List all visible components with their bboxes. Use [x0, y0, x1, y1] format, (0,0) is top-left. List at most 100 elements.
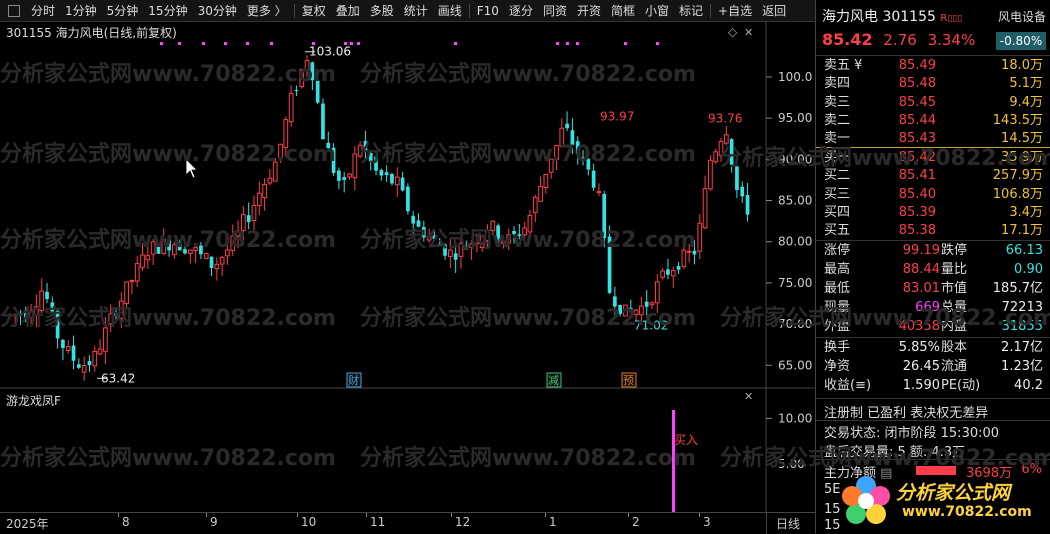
- sector-name[interactable]: 风电设备: [998, 8, 1046, 25]
- candle-body: [92, 350, 98, 367]
- candle-body: [512, 230, 516, 234]
- stat-label: 现量: [824, 300, 851, 315]
- candle-body: [432, 235, 437, 240]
- time-axis-label: 10: [301, 515, 317, 529]
- price-change: 2.76: [883, 31, 917, 49]
- bids-row: 买二 85.41 257.9万: [816, 167, 1050, 185]
- candle-body: [453, 253, 458, 260]
- time-tick: [206, 513, 207, 517]
- toolbar-button[interactable]: 返回: [757, 0, 791, 22]
- period-label[interactable]: 日线: [776, 515, 800, 532]
- candle-body: [532, 196, 538, 214]
- candle-body: [374, 156, 378, 171]
- candle-body: [134, 263, 140, 282]
- stock-code: 301155: [882, 9, 936, 25]
- time-tick: [366, 513, 367, 517]
- candle-body: [485, 230, 490, 241]
- toolbar-button[interactable]: 小窗: [640, 0, 674, 22]
- toolbar-button[interactable]: 1分钟: [60, 0, 102, 22]
- bids-price: 85.40: [898, 186, 936, 202]
- stat-value: 0.90: [1014, 262, 1043, 277]
- toolbar-button[interactable]: 开资: [572, 0, 606, 22]
- candle-body: [363, 141, 368, 151]
- stat-value: 88.44: [902, 262, 940, 277]
- stat-value: 2.17亿: [1001, 340, 1043, 355]
- current-price: 85.42: [822, 30, 873, 49]
- candle-body: [702, 188, 708, 229]
- time-axis-label: 11: [370, 515, 386, 529]
- toolbar-button[interactable]: 15分钟: [143, 0, 192, 22]
- candle-body: [278, 143, 283, 159]
- stat-value: 26.45: [902, 359, 940, 374]
- toolbar-button[interactable]: 简框: [606, 0, 640, 22]
- bids-price: 85.41: [898, 168, 936, 184]
- toolbar-button[interactable]: 更多 〉: [242, 0, 292, 22]
- price-annotation: 93.76: [708, 111, 742, 125]
- logo-title: 分析家公式网: [896, 482, 1011, 504]
- toolbar-separator: [710, 3, 712, 18]
- candle-body: [697, 222, 703, 252]
- toolbar-button[interactable]: 5分钟: [102, 0, 144, 22]
- y-tick-label: 70.00: [778, 317, 812, 331]
- candle-body: [613, 296, 617, 307]
- candle-body: [670, 270, 676, 277]
- candle-body: [740, 186, 745, 197]
- candle-body: [644, 301, 649, 307]
- candle-body: [187, 249, 193, 255]
- candle-body: [65, 346, 71, 352]
- bids-row: 买四 85.39 3.4万: [816, 204, 1050, 222]
- toolbar-button[interactable]: 标记: [674, 0, 708, 22]
- asks-volume: 143.5万: [992, 112, 1043, 128]
- sub-y-tick-label: 5.00: [778, 457, 805, 471]
- site-logo: 分析家公式网 www.70822.com: [838, 470, 1048, 530]
- toolbar-button[interactable]: 30分钟: [193, 0, 242, 22]
- candle-body: [527, 214, 533, 233]
- asks-price: 85.43: [898, 131, 936, 147]
- candle-body: [618, 305, 623, 314]
- candle-body: [379, 170, 384, 176]
- candle-body: [548, 158, 554, 173]
- toolbar-button[interactable]: F10: [472, 0, 504, 22]
- toolbar-button[interactable]: 复权: [297, 0, 331, 22]
- stat-label: PE(动): [941, 378, 981, 393]
- candle-body: [87, 361, 92, 366]
- toolbar-button[interactable]: +自选: [713, 0, 757, 22]
- candle-body: [283, 119, 289, 148]
- candle-body: [559, 127, 565, 147]
- candle-body: [666, 269, 670, 275]
- candle-body: [97, 348, 103, 355]
- candle-body: [708, 159, 713, 190]
- toolbar-button[interactable]: 同资: [538, 0, 572, 22]
- candle-body: [18, 313, 23, 315]
- bids-volume: 17.1万: [1001, 223, 1043, 239]
- toolbar-button[interactable]: 叠加: [331, 0, 365, 22]
- toolbar-button[interactable]: 逐分: [504, 0, 538, 22]
- bids-row: 买一 85.42 35.9万: [816, 149, 1050, 167]
- candle-body: [676, 266, 681, 270]
- panel-toggle-icon[interactable]: [8, 4, 20, 17]
- bids-label: 买二: [824, 168, 851, 184]
- signal-dot: [178, 42, 181, 45]
- time-axis-label: 8: [122, 515, 130, 529]
- candle-body: [129, 280, 135, 283]
- candle-body: [686, 250, 692, 253]
- buy-signal-label: 买入: [674, 433, 698, 447]
- time-axis-label: 2025年: [6, 517, 49, 531]
- kline-chart[interactable]: 100.0 95.00 90.00 85.00 80.00 75.00 70.00 65.00…: [0, 22, 815, 512]
- toolbar-button[interactable]: 统计: [399, 0, 433, 22]
- toolbar-button[interactable]: 多股: [365, 0, 399, 22]
- stock-name: 海力风电: [822, 9, 878, 25]
- stock-name-code: 海力风电 301155 R▯▯▯: [822, 6, 962, 26]
- sector-pct-badge: -0.80%: [996, 32, 1046, 50]
- candle-body: [352, 153, 358, 179]
- time-axis-label: 12: [455, 515, 471, 529]
- candle-body: [654, 281, 660, 304]
- bids-volume: 3.4万: [1009, 204, 1043, 220]
- stat-value: 5.85%: [898, 340, 940, 355]
- toolbar-button[interactable]: 分时: [26, 0, 60, 22]
- toolbar-separator: [293, 3, 295, 18]
- divider: [816, 55, 1050, 56]
- toolbar-button[interactable]: 画线: [433, 0, 467, 22]
- candle-body: [506, 234, 512, 244]
- kline-svg: 100.0 95.00 90.00 85.00 80.00 75.00 70.00 65.00…: [0, 22, 815, 512]
